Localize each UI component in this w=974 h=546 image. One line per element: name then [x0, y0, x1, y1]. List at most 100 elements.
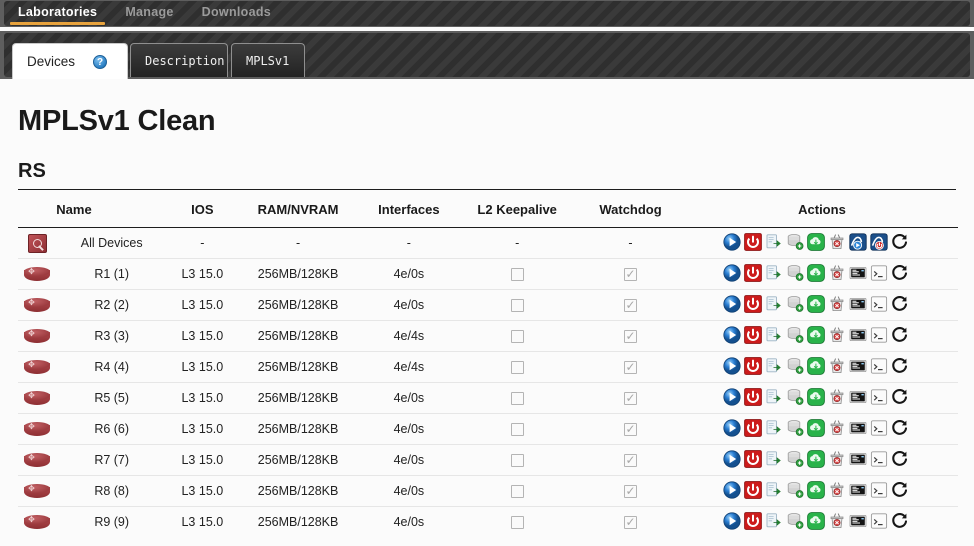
- console-icon[interactable]: [849, 419, 867, 437]
- export-icon[interactable]: [765, 357, 783, 375]
- wipe-icon[interactable]: [828, 481, 846, 499]
- start-icon[interactable]: [723, 232, 741, 251]
- terminal-icon[interactable]: [870, 264, 888, 282]
- start-icon[interactable]: [723, 294, 741, 313]
- l2-keepalive-checkbox-box[interactable]: [510, 423, 524, 437]
- wipe-icon[interactable]: [828, 512, 846, 530]
- column-header-l2-keepalive[interactable]: L2 Keepalive: [459, 190, 576, 228]
- console-icon[interactable]: [849, 264, 867, 282]
- start-icon[interactable]: [723, 480, 741, 499]
- table-row[interactable]: ✥ R9 (9) L3 15.0 256MB/128KB 4e/0s: [18, 507, 958, 538]
- stop-icon[interactable]: [744, 449, 762, 468]
- l2-keepalive-checkbox-box[interactable]: [510, 330, 524, 344]
- topnav-item-laboratories[interactable]: Laboratories: [4, 1, 111, 26]
- database-icon[interactable]: [786, 450, 804, 468]
- wipe-icon[interactable]: [828, 419, 846, 437]
- watchdog-checkbox-box[interactable]: [624, 483, 638, 499]
- reload-icon[interactable]: [891, 264, 909, 282]
- column-header-ram-nvram[interactable]: RAM/NVRAM: [237, 190, 359, 228]
- column-header-name[interactable]: Name: [56, 190, 168, 228]
- database-icon[interactable]: [786, 419, 804, 437]
- start-icon[interactable]: [723, 356, 741, 375]
- stop-icon[interactable]: [744, 418, 762, 437]
- wipe-icon[interactable]: [828, 450, 846, 468]
- cloud-icon[interactable]: [807, 294, 825, 313]
- l2-keepalive-checkbox[interactable]: [459, 351, 576, 383]
- database-icon[interactable]: [786, 481, 804, 499]
- l2-keepalive-checkbox[interactable]: [459, 382, 576, 414]
- table-row[interactable]: ✥ R8 (8) L3 15.0 256MB/128KB 4e/0s: [18, 475, 958, 507]
- cloud-icon[interactable]: [807, 325, 825, 344]
- console-icon[interactable]: [849, 357, 867, 375]
- table-row[interactable]: ✥ R3 (3) L3 15.0 256MB/128KB 4e/4s: [18, 320, 958, 352]
- watchdog-checkbox[interactable]: [575, 413, 686, 445]
- capture-start-icon[interactable]: [849, 232, 867, 251]
- cloud-icon[interactable]: [807, 511, 825, 530]
- reload-icon[interactable]: [891, 512, 909, 530]
- start-icon[interactable]: [723, 263, 741, 282]
- export-icon[interactable]: [765, 233, 783, 251]
- database-icon[interactable]: [786, 326, 804, 344]
- tab-devices[interactable]: Devices ?: [12, 43, 128, 79]
- stop-icon[interactable]: [744, 387, 762, 406]
- terminal-icon[interactable]: [870, 326, 888, 344]
- cloud-icon[interactable]: [807, 263, 825, 282]
- table-row[interactable]: ✥ R6 (6) L3 15.0 256MB/128KB 4e/0s: [18, 413, 958, 445]
- watchdog-checkbox-box[interactable]: [624, 390, 638, 406]
- console-icon[interactable]: [849, 326, 867, 344]
- watchdog-checkbox-box[interactable]: [624, 514, 638, 530]
- database-icon[interactable]: [786, 512, 804, 530]
- l2-keepalive-checkbox-box[interactable]: [510, 299, 524, 313]
- console-icon[interactable]: [849, 450, 867, 468]
- cloud-icon[interactable]: [807, 480, 825, 499]
- topnav-item-manage[interactable]: Manage: [111, 1, 187, 26]
- l2-keepalive-checkbox[interactable]: [459, 320, 576, 352]
- question-mark-icon[interactable]: ?: [93, 54, 108, 69]
- l2-keepalive-checkbox[interactable]: [459, 475, 576, 507]
- watchdog-checkbox-box[interactable]: [624, 452, 638, 468]
- l2-keepalive-checkbox-box[interactable]: [510, 361, 524, 375]
- l2-keepalive-checkbox[interactable]: [459, 289, 576, 321]
- l2-keepalive-checkbox-box[interactable]: [510, 392, 524, 406]
- console-icon[interactable]: [849, 295, 867, 313]
- console-icon[interactable]: [849, 481, 867, 499]
- watchdog-checkbox-box[interactable]: [624, 359, 638, 375]
- wipe-icon[interactable]: [828, 233, 846, 251]
- watchdog-checkbox[interactable]: [575, 351, 686, 383]
- cloud-icon[interactable]: [807, 387, 825, 406]
- export-icon[interactable]: [765, 295, 783, 313]
- l2-keepalive-checkbox[interactable]: [459, 413, 576, 445]
- topnav-item-downloads[interactable]: Downloads: [188, 1, 285, 26]
- terminal-icon[interactable]: [870, 450, 888, 468]
- stop-icon[interactable]: [744, 263, 762, 282]
- wipe-icon[interactable]: [828, 295, 846, 313]
- cloud-icon[interactable]: [807, 449, 825, 468]
- table-row[interactable]: ✥ R4 (4) L3 15.0 256MB/128KB 4e/4s: [18, 351, 958, 383]
- watchdog-checkbox-box[interactable]: [624, 297, 638, 313]
- start-icon[interactable]: [723, 387, 741, 406]
- table-row[interactable]: ✥ R2 (2) L3 15.0 256MB/128KB 4e/0s: [18, 289, 958, 321]
- database-icon[interactable]: [786, 388, 804, 406]
- reload-icon[interactable]: [891, 388, 909, 406]
- start-icon[interactable]: [723, 449, 741, 468]
- stop-icon[interactable]: [744, 325, 762, 344]
- start-icon[interactable]: [723, 325, 741, 344]
- watchdog-checkbox-box[interactable]: [624, 421, 638, 437]
- cloud-icon[interactable]: [807, 356, 825, 375]
- reload-icon[interactable]: [891, 450, 909, 468]
- l2-keepalive-checkbox[interactable]: [459, 258, 576, 290]
- l2-keepalive-checkbox[interactable]: [459, 444, 576, 476]
- export-icon[interactable]: [765, 388, 783, 406]
- terminal-icon[interactable]: [870, 388, 888, 406]
- capture-stop-icon[interactable]: [870, 232, 888, 251]
- database-icon[interactable]: [786, 357, 804, 375]
- database-icon[interactable]: [786, 264, 804, 282]
- stop-icon[interactable]: [744, 356, 762, 375]
- database-icon[interactable]: [786, 233, 804, 251]
- column-header-ios[interactable]: IOS: [167, 190, 238, 228]
- watchdog-checkbox[interactable]: [575, 507, 686, 538]
- database-icon[interactable]: [786, 295, 804, 313]
- tab-mplsv1[interactable]: MPLSv1: [231, 43, 305, 77]
- stop-icon[interactable]: [744, 511, 762, 530]
- l2-keepalive-checkbox[interactable]: [459, 507, 575, 538]
